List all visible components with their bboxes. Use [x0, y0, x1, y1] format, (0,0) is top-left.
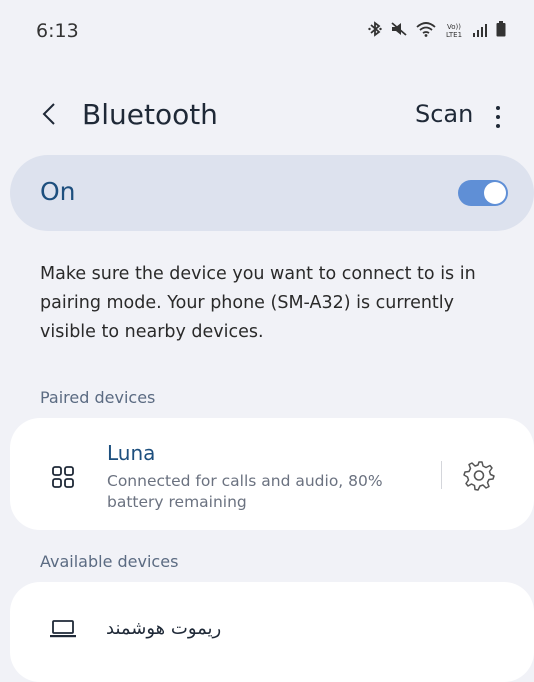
chevron-left-icon [42, 102, 56, 130]
status-time: 6:13 [36, 20, 79, 42]
divider [441, 461, 442, 489]
device-name: ریموت هوشمند [106, 618, 222, 639]
wifi-icon [416, 21, 436, 41]
device-name: Luna [107, 441, 156, 465]
gear-icon [462, 461, 496, 496]
status-icons: Vo)) LTE1 [368, 20, 506, 42]
bluetooth-switch[interactable] [458, 180, 508, 206]
battery-icon [496, 21, 506, 41]
pairing-description: Make sure the device you want to connect… [40, 264, 476, 342]
switch-knob [484, 182, 506, 204]
bluetooth-toggle-row[interactable]: On [10, 155, 534, 231]
multi-device-icon [52, 466, 74, 492]
bluetooth-icon [368, 20, 382, 42]
more-options-button[interactable] [486, 102, 510, 132]
volte-icon: Vo)) LTE1 [445, 23, 463, 39]
signal-icon [472, 22, 488, 41]
more-vert-icon [496, 106, 500, 110]
paired-devices-header: Paired devices [40, 388, 156, 407]
device-status: Connected for calls and audio, 80% batte… [107, 472, 383, 511]
available-devices-header: Available devices [40, 552, 179, 571]
status-bar: 6:13 Vo)) LTE1 [0, 0, 534, 48]
back-button[interactable] [34, 94, 64, 138]
app-bar: Bluetooth Scan [0, 90, 534, 142]
laptop-icon [50, 619, 76, 643]
paired-device-item[interactable]: Luna Connected for calls and audio, 80% … [10, 418, 534, 530]
mute-icon [390, 21, 408, 41]
available-device-item[interactable]: ریموت هوشمند [10, 582, 534, 682]
scan-button[interactable]: Scan [415, 100, 473, 128]
device-settings-button[interactable] [462, 458, 496, 492]
toggle-label: On [40, 177, 76, 206]
page-title: Bluetooth [82, 98, 218, 131]
